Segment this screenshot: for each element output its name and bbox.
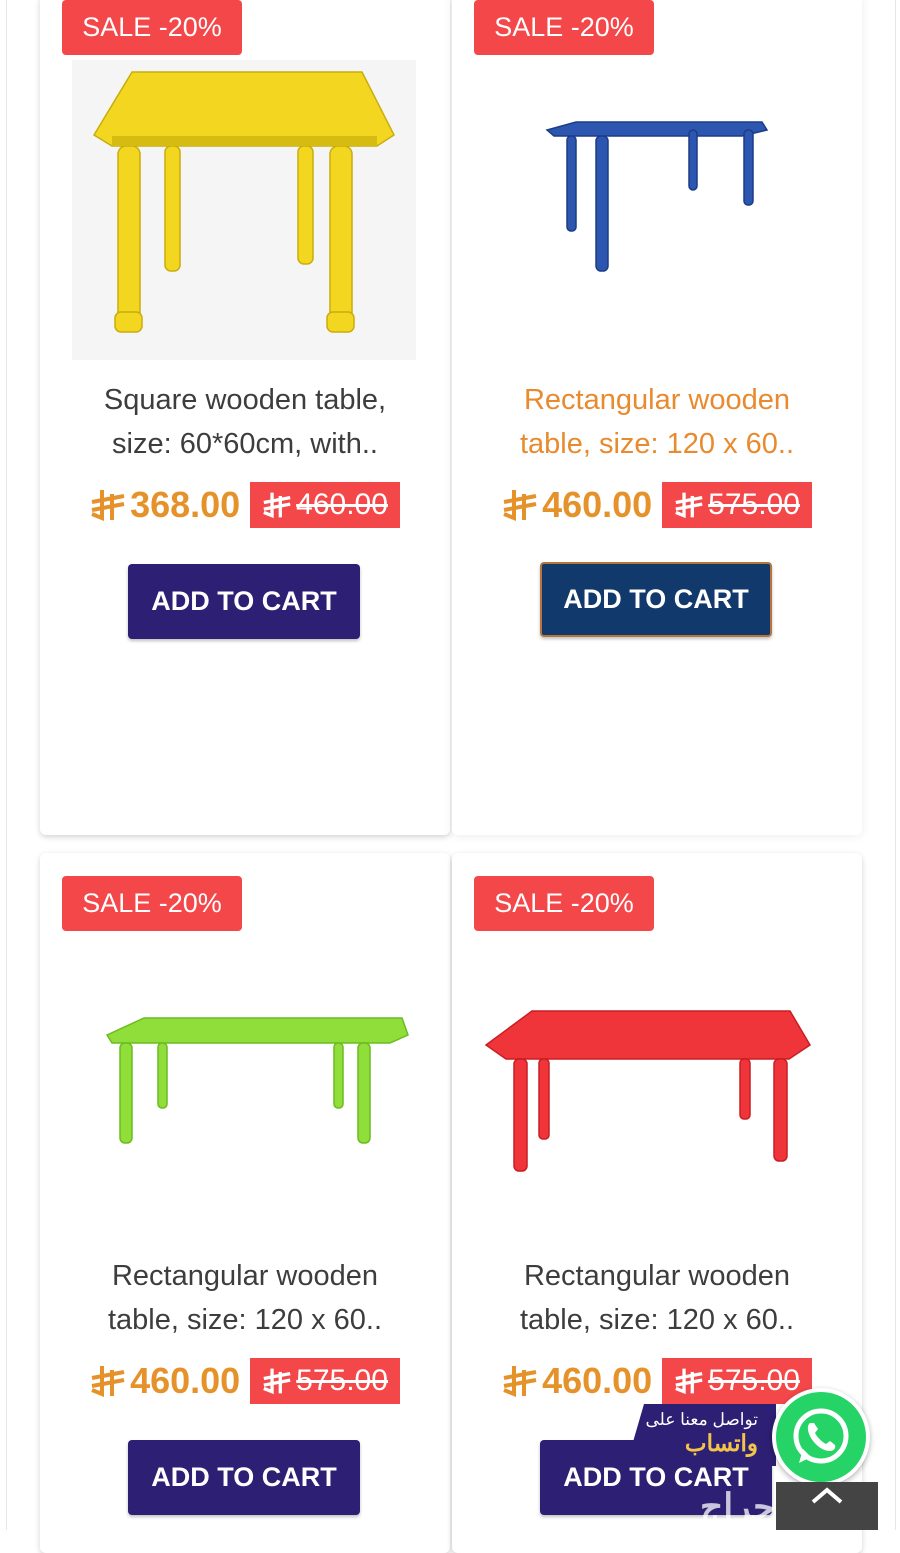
- price-value: 460.00: [542, 1360, 653, 1401]
- original-price: 575.00: [250, 1358, 400, 1404]
- product-title-line: Square wooden table,: [103, 384, 387, 416]
- sale-badge: SALE -20%: [474, 876, 654, 931]
- product-image[interactable]: [72, 60, 416, 360]
- current-price: 460.00: [502, 1360, 652, 1402]
- product-image[interactable]: [484, 60, 828, 360]
- saudi-riyal-icon: [675, 1368, 703, 1395]
- product-title-line: Rectangular wooden: [523, 1260, 790, 1292]
- price-value: 368.00: [130, 484, 241, 525]
- product-card[interactable]: SALE -20% Square wooden table, size: 60*…: [40, 0, 450, 835]
- saudi-riyal-icon: [675, 492, 703, 519]
- add-to-cart-button[interactable]: ADD TO CART: [540, 562, 772, 637]
- product-title[interactable]: Square wooden table, size: 60*60cm, with…: [60, 378, 430, 466]
- price-row: 368.00 460.00: [40, 480, 450, 530]
- current-price: 460.00: [502, 484, 652, 526]
- price-value: 460.00: [130, 1360, 241, 1401]
- product-title-line: size: 60*60cm, with..: [112, 428, 378, 460]
- price-row: 460.00 575.00: [40, 1356, 450, 1406]
- saudi-riyal-icon: [91, 1366, 125, 1397]
- saudi-riyal-icon: [503, 1366, 537, 1397]
- price-value: 460.00: [542, 484, 653, 525]
- current-price: 460.00: [90, 1360, 240, 1402]
- original-price-value: 460.00: [296, 488, 388, 521]
- product-card[interactable]: SALE -20% Rectangular wooden table, size…: [40, 853, 450, 1553]
- product-title-line: table, size: 120 x 60..: [519, 1304, 795, 1336]
- product-title[interactable]: Rectangular wooden table, size: 120 x 60…: [472, 1254, 842, 1342]
- product-image[interactable]: [484, 963, 828, 1263]
- product-title-line: Rectangular wooden: [111, 1260, 378, 1292]
- saudi-riyal-icon: [503, 490, 537, 521]
- add-to-cart-button[interactable]: ADD TO CART: [128, 1440, 360, 1515]
- sale-badge: SALE -20%: [62, 0, 242, 55]
- scroll-to-top-button[interactable]: [776, 1482, 878, 1530]
- sale-badge: SALE -20%: [474, 0, 654, 55]
- original-price-value: 575.00: [296, 1364, 388, 1397]
- product-title-line: table, size: 120 x 60..: [107, 1304, 383, 1336]
- whatsapp-icon: [793, 1408, 849, 1464]
- price-row: 460.00 575.00: [452, 480, 862, 530]
- product-title[interactable]: Rectangular wooden table, size: 120 x 60…: [472, 378, 842, 466]
- original-price-value: 575.00: [708, 488, 800, 521]
- whatsapp-contact-label[interactable]: تواصل معنا على واتساب: [626, 1404, 776, 1466]
- current-price: 368.00: [90, 484, 240, 526]
- watermark: حراج: [700, 1486, 776, 1527]
- product-title[interactable]: Rectangular wooden table, size: 120 x 60…: [60, 1254, 430, 1342]
- whatsapp-button[interactable]: [772, 1388, 870, 1486]
- saudi-riyal-icon: [91, 490, 125, 521]
- saudi-riyal-icon: [263, 492, 291, 519]
- product-title-line: table, size: 120 x 60..: [519, 428, 795, 460]
- product-title-line: Rectangular wooden: [523, 384, 790, 416]
- original-price: 575.00: [662, 482, 812, 528]
- original-price: 460.00: [250, 482, 400, 528]
- saudi-riyal-icon: [263, 1368, 291, 1395]
- product-card[interactable]: SALE -20% Rectangular wooden table, size…: [452, 0, 862, 835]
- add-to-cart-button[interactable]: ADD TO CART: [128, 564, 360, 639]
- product-image[interactable]: [72, 963, 416, 1263]
- chevron-up-icon: [811, 1487, 843, 1504]
- whatsapp-label-line1: تواصل معنا على: [645, 1410, 758, 1429]
- original-price: 575.00: [662, 1358, 812, 1404]
- whatsapp-label-line2: واتساب: [684, 1430, 758, 1456]
- original-price-value: 575.00: [708, 1364, 800, 1397]
- sale-badge: SALE -20%: [62, 876, 242, 931]
